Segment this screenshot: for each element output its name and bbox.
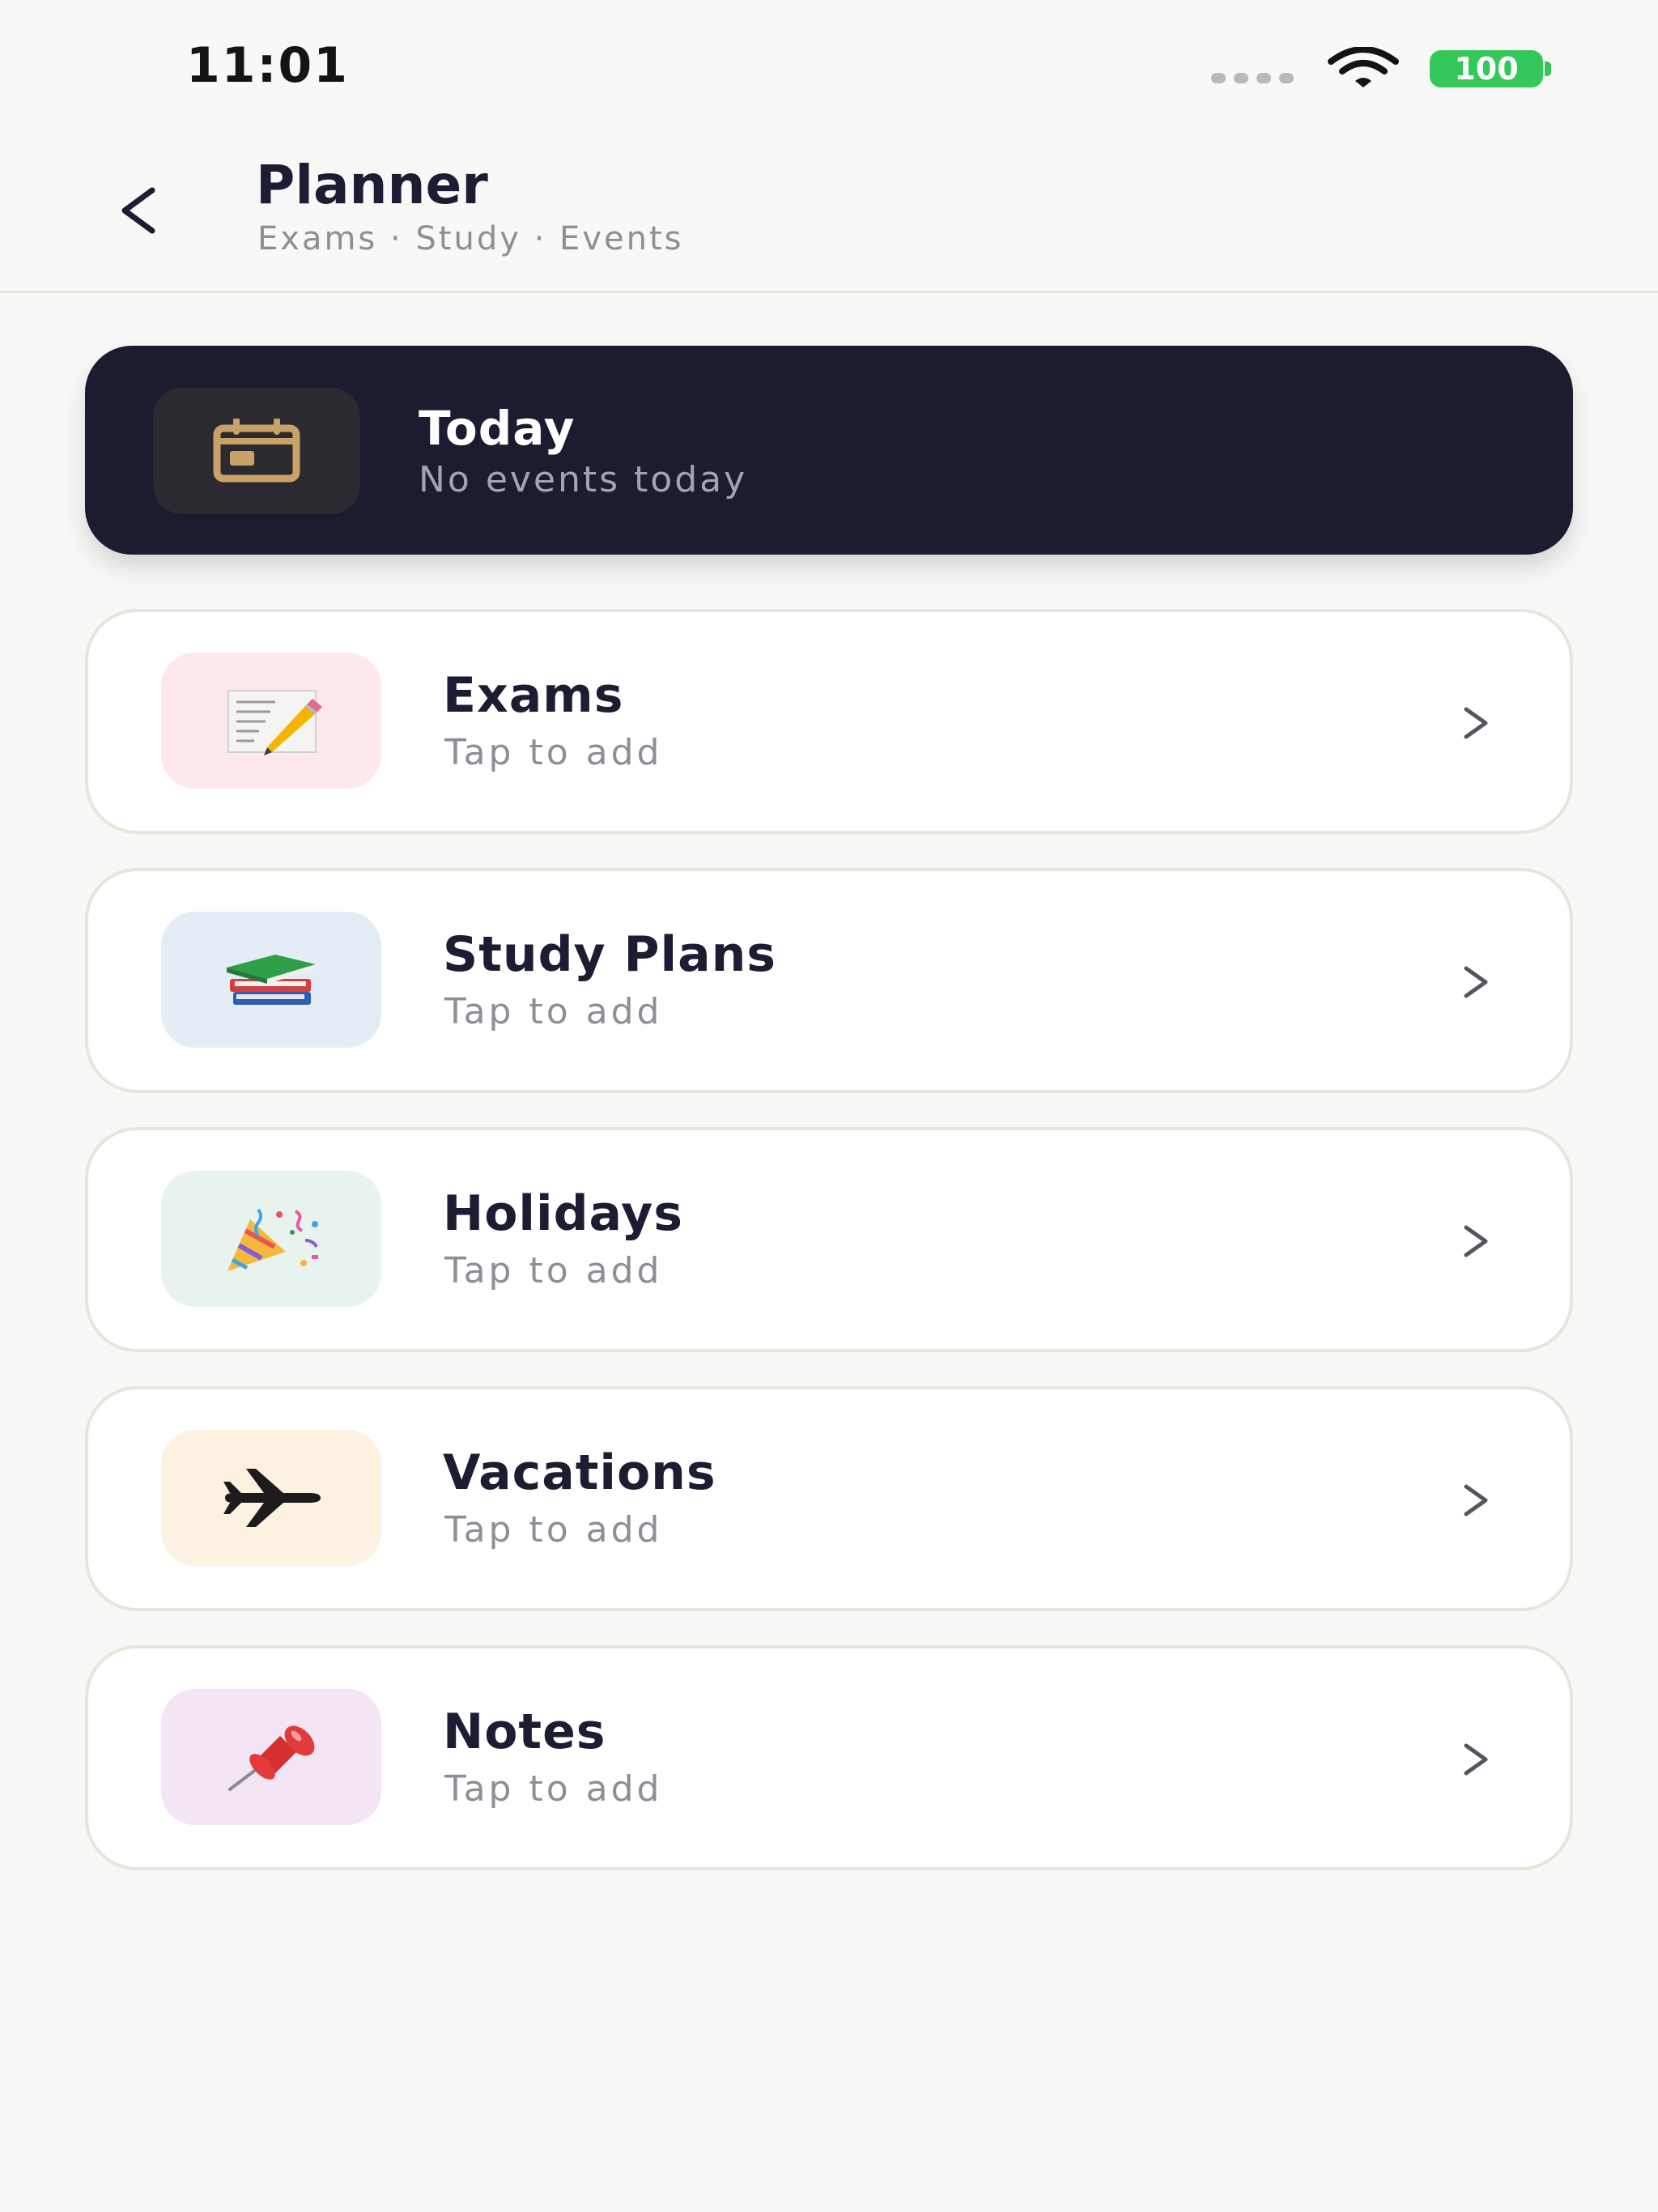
- study-plans-card[interactable]: Study Plans Tap to add: [85, 868, 1573, 1093]
- pushpin-icon: [228, 1725, 315, 1791]
- vacations-card[interactable]: Vacations Tap to add: [85, 1386, 1573, 1611]
- today-card[interactable]: Today No events today: [85, 346, 1573, 555]
- notes-subtitle: Tap to add: [444, 1768, 663, 1810]
- chevron-right-icon: [1452, 1731, 1500, 1788]
- holidays-card[interactable]: Holidays Tap to add: [85, 1127, 1573, 1352]
- page-title: Planner: [256, 154, 488, 216]
- exams-subtitle: Tap to add: [444, 732, 663, 773]
- chevron-right-icon: [1452, 954, 1500, 1010]
- app-header: Planner Exams · Study · Events: [0, 130, 1658, 293]
- battery-level: 100: [1454, 51, 1519, 87]
- today-icon-tile: [153, 388, 360, 514]
- chevron-right-icon: [1452, 1472, 1500, 1529]
- vacations-icon-tile: [161, 1430, 381, 1566]
- holidays-subtitle: Tap to add: [444, 1250, 663, 1291]
- holidays-icon-tile: [161, 1171, 381, 1307]
- notes-title: Notes: [443, 1704, 606, 1760]
- wifi-icon: [1328, 47, 1399, 87]
- holidays-title: Holidays: [443, 1185, 683, 1242]
- study-plans-title: Study Plans: [443, 926, 777, 983]
- vacations-title: Vacations: [443, 1444, 716, 1501]
- today-title: Today: [419, 401, 576, 456]
- books-icon: [227, 955, 316, 1005]
- chevron-right-icon: [1452, 1213, 1500, 1270]
- notes-icon-tile: [161, 1689, 381, 1825]
- calendar-icon: [213, 419, 300, 483]
- page-subtitle: Exams · Study · Events: [257, 220, 684, 257]
- airplane-icon: [223, 1469, 321, 1527]
- status-time: 11:01: [186, 37, 349, 94]
- memo-icon: [227, 690, 322, 755]
- vacations-subtitle: Tap to add: [444, 1509, 663, 1551]
- category-list: Exams Tap to add Study Plans Tap to add: [85, 609, 1573, 1904]
- notes-card[interactable]: Notes Tap to add: [85, 1645, 1573, 1870]
- back-button[interactable]: [97, 170, 178, 251]
- cellular-signal-icon: [1211, 73, 1294, 83]
- study-plans-icon-tile: [161, 912, 381, 1048]
- exams-card[interactable]: Exams Tap to add: [85, 609, 1573, 834]
- party-popper-icon: [227, 1208, 318, 1271]
- chevron-left-icon: [121, 187, 155, 234]
- study-plans-subtitle: Tap to add: [444, 991, 663, 1032]
- today-subtitle: No events today: [419, 459, 748, 500]
- exams-icon-tile: [161, 653, 381, 789]
- status-bar: 11:01 100: [0, 0, 1658, 130]
- battery-cap: [1545, 62, 1551, 76]
- battery-indicator: 100: [1430, 50, 1543, 87]
- chevron-right-icon: [1452, 695, 1500, 751]
- exams-title: Exams: [443, 667, 624, 724]
